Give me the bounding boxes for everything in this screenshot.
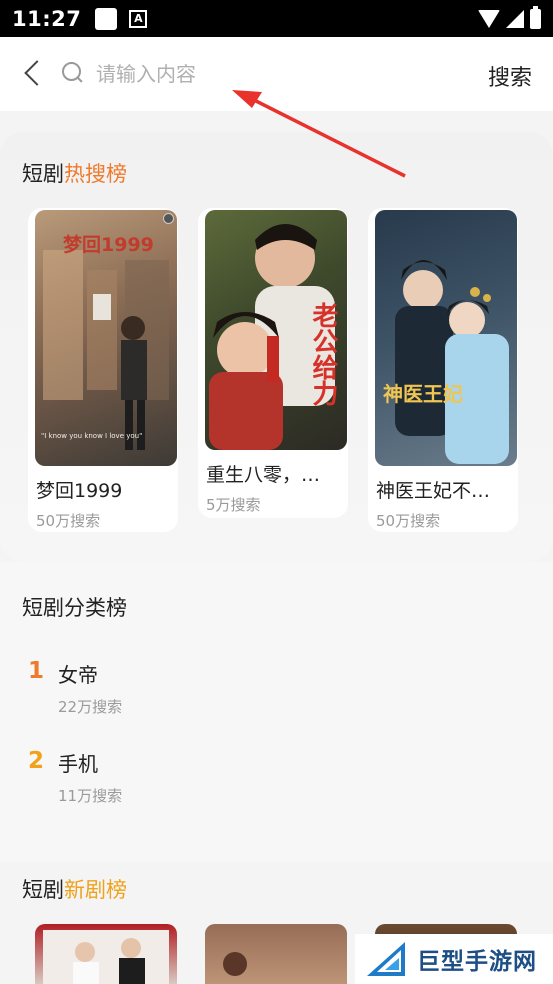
new-drama-title: 短剧新剧榜 <box>22 874 127 904</box>
category-rank-1: 1 <box>28 658 45 684</box>
poster-close-icon[interactable] <box>163 213 174 224</box>
drama-name-3: 神医王妃不… <box>376 480 491 502</box>
svg-text:"I know you know I love you": "I know you know I love you" <box>41 432 142 440</box>
category-count-1: 22万搜索 <box>58 698 123 716</box>
drama-count-2: 5万搜索 <box>206 496 261 514</box>
poster-2-title: 老公给力 <box>308 302 338 406</box>
hot-title-prefix: 短剧 <box>22 162 64 186</box>
status-time: 11:27 <box>12 6 82 31</box>
new-title-accent: 新剧榜 <box>64 878 127 902</box>
hot-search-title: 短剧热搜榜 <box>22 158 127 188</box>
drama-poster-1[interactable]: "I know you know I love you" 梦回1999 <box>35 210 177 466</box>
drama-card-1[interactable]: "I know you know I love you" 梦回1999 梦回19… <box>28 208 178 532</box>
wifi-icon <box>478 9 500 28</box>
new-poster-2-art <box>205 924 347 984</box>
new-title-prefix: 短剧 <box>22 878 64 902</box>
search-input[interactable] <box>96 57 426 91</box>
drama-name-2: 重生八零，… <box>206 464 321 486</box>
poster-3-title: 神医王妃 <box>383 382 463 406</box>
new-poster-1-art <box>43 930 169 984</box>
drama-card-2[interactable]: 老公给力 重生八零，… 5万搜索 <box>198 208 348 518</box>
status-icons <box>478 5 541 29</box>
category-rank-2: 2 <box>28 748 45 774</box>
poster-3-art <box>395 260 509 464</box>
poster-1-title: 梦回1999 <box>63 234 154 256</box>
drama-count-3: 50万搜索 <box>376 512 441 530</box>
drama-count-1: 50万搜索 <box>36 512 101 530</box>
hot-search-card: 短剧热搜榜 "I know you know I love you" 梦回199… <box>0 132 553 562</box>
watermark-logo-icon <box>363 936 409 982</box>
drama-poster-3[interactable]: 神医王妃 <box>375 210 517 466</box>
back-arrow-icon[interactable] <box>20 59 48 89</box>
search-icon <box>62 62 84 84</box>
battery-icon <box>530 5 541 29</box>
new-drama-poster-2[interactable] <box>205 924 347 984</box>
search-header: 搜索 <box>0 37 553 111</box>
hot-title-accent: 热搜榜 <box>64 162 127 186</box>
category-section: 短剧分类榜 1 女帝 22万搜索 2 手机 11万搜索 <box>0 562 553 862</box>
signal-icon <box>506 9 524 28</box>
notification-a-icon: A <box>129 9 148 28</box>
drama-poster-2[interactable]: 老公给力 <box>205 210 347 450</box>
drama-card-3[interactable]: 神医王妃 神医王妃不… 50万搜索 <box>368 208 518 532</box>
category-name-2: 手机 <box>58 752 98 776</box>
new-drama-poster-1[interactable] <box>35 924 177 984</box>
category-title: 短剧分类榜 <box>22 596 127 620</box>
notification-square-icon <box>95 7 118 30</box>
watermark-text: 巨型手游网 <box>417 949 537 975</box>
drama-name-1: 梦回1999 <box>36 480 123 502</box>
watermark: 巨型手游网 <box>355 934 553 984</box>
search-button[interactable]: 搜索 <box>488 60 532 92</box>
category-count-2: 11万搜索 <box>58 787 123 805</box>
category-name-1: 女帝 <box>58 663 98 687</box>
status-bar: 11:27 A <box>0 0 553 37</box>
